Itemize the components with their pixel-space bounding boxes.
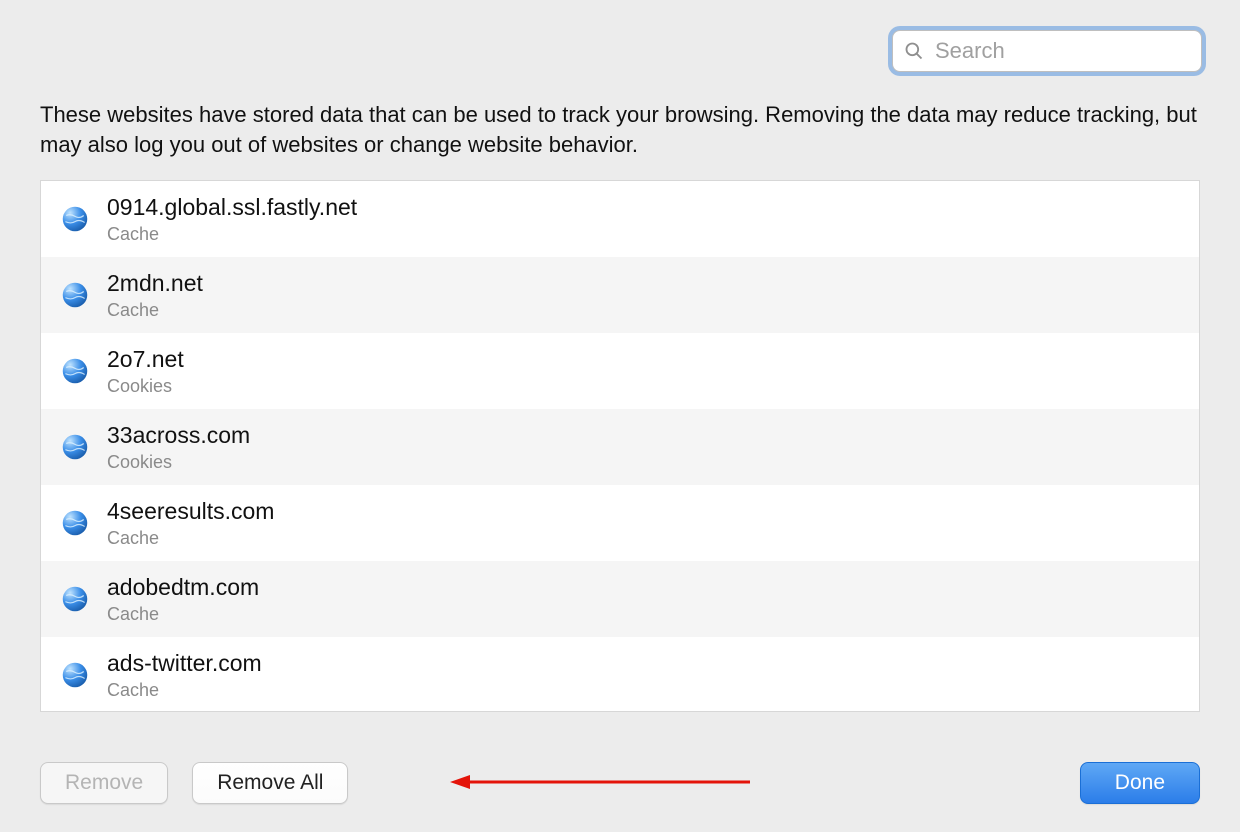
list-item[interactable]: 4seeresults.com Cache <box>41 485 1199 561</box>
site-domain: 2o7.net <box>107 345 184 374</box>
site-domain: 2mdn.net <box>107 269 203 298</box>
globe-icon <box>61 585 89 613</box>
globe-icon <box>61 433 89 461</box>
site-detail: Cache <box>107 528 274 550</box>
search-icon <box>904 41 924 61</box>
site-detail: Cache <box>107 224 357 246</box>
row-text: 2o7.net Cookies <box>107 345 184 397</box>
list-item[interactable]: 2o7.net Cookies <box>41 333 1199 409</box>
search-input[interactable] <box>892 30 1202 72</box>
website-data-list[interactable]: 0914.global.ssl.fastly.net Cache 2mdn.ne… <box>40 180 1200 712</box>
remove-button: Remove <box>40 762 168 804</box>
list-item[interactable]: 33across.com Cookies <box>41 409 1199 485</box>
globe-icon <box>61 509 89 537</box>
globe-icon <box>61 357 89 385</box>
description-text: These websites have stored data that can… <box>40 100 1200 159</box>
globe-icon <box>61 281 89 309</box>
site-detail: Cache <box>107 604 259 626</box>
list-item[interactable]: ads-twitter.com Cache <box>41 637 1199 712</box>
site-domain: 0914.global.ssl.fastly.net <box>107 193 357 222</box>
site-detail: Cache <box>107 300 203 322</box>
row-text: adobedtm.com Cache <box>107 573 259 625</box>
row-text: 4seeresults.com Cache <box>107 497 274 549</box>
row-text: ads-twitter.com Cache <box>107 649 262 701</box>
globe-icon <box>61 205 89 233</box>
row-text: 2mdn.net Cache <box>107 269 203 321</box>
search-container <box>892 30 1202 72</box>
button-bar: Remove Remove All Done <box>40 762 1200 804</box>
site-domain: ads-twitter.com <box>107 649 262 678</box>
site-domain: 4seeresults.com <box>107 497 274 526</box>
site-detail: Cookies <box>107 452 250 474</box>
site-detail: Cookies <box>107 376 184 398</box>
site-domain: adobedtm.com <box>107 573 259 602</box>
remove-all-button[interactable]: Remove All <box>192 762 348 804</box>
site-domain: 33across.com <box>107 421 250 450</box>
list-item[interactable]: 0914.global.ssl.fastly.net Cache <box>41 181 1199 257</box>
list-item[interactable]: adobedtm.com Cache <box>41 561 1199 637</box>
row-text: 0914.global.ssl.fastly.net Cache <box>107 193 357 245</box>
done-button[interactable]: Done <box>1080 762 1200 804</box>
globe-icon <box>61 661 89 689</box>
list-item[interactable]: 2mdn.net Cache <box>41 257 1199 333</box>
site-detail: Cache <box>107 680 262 702</box>
row-text: 33across.com Cookies <box>107 421 250 473</box>
